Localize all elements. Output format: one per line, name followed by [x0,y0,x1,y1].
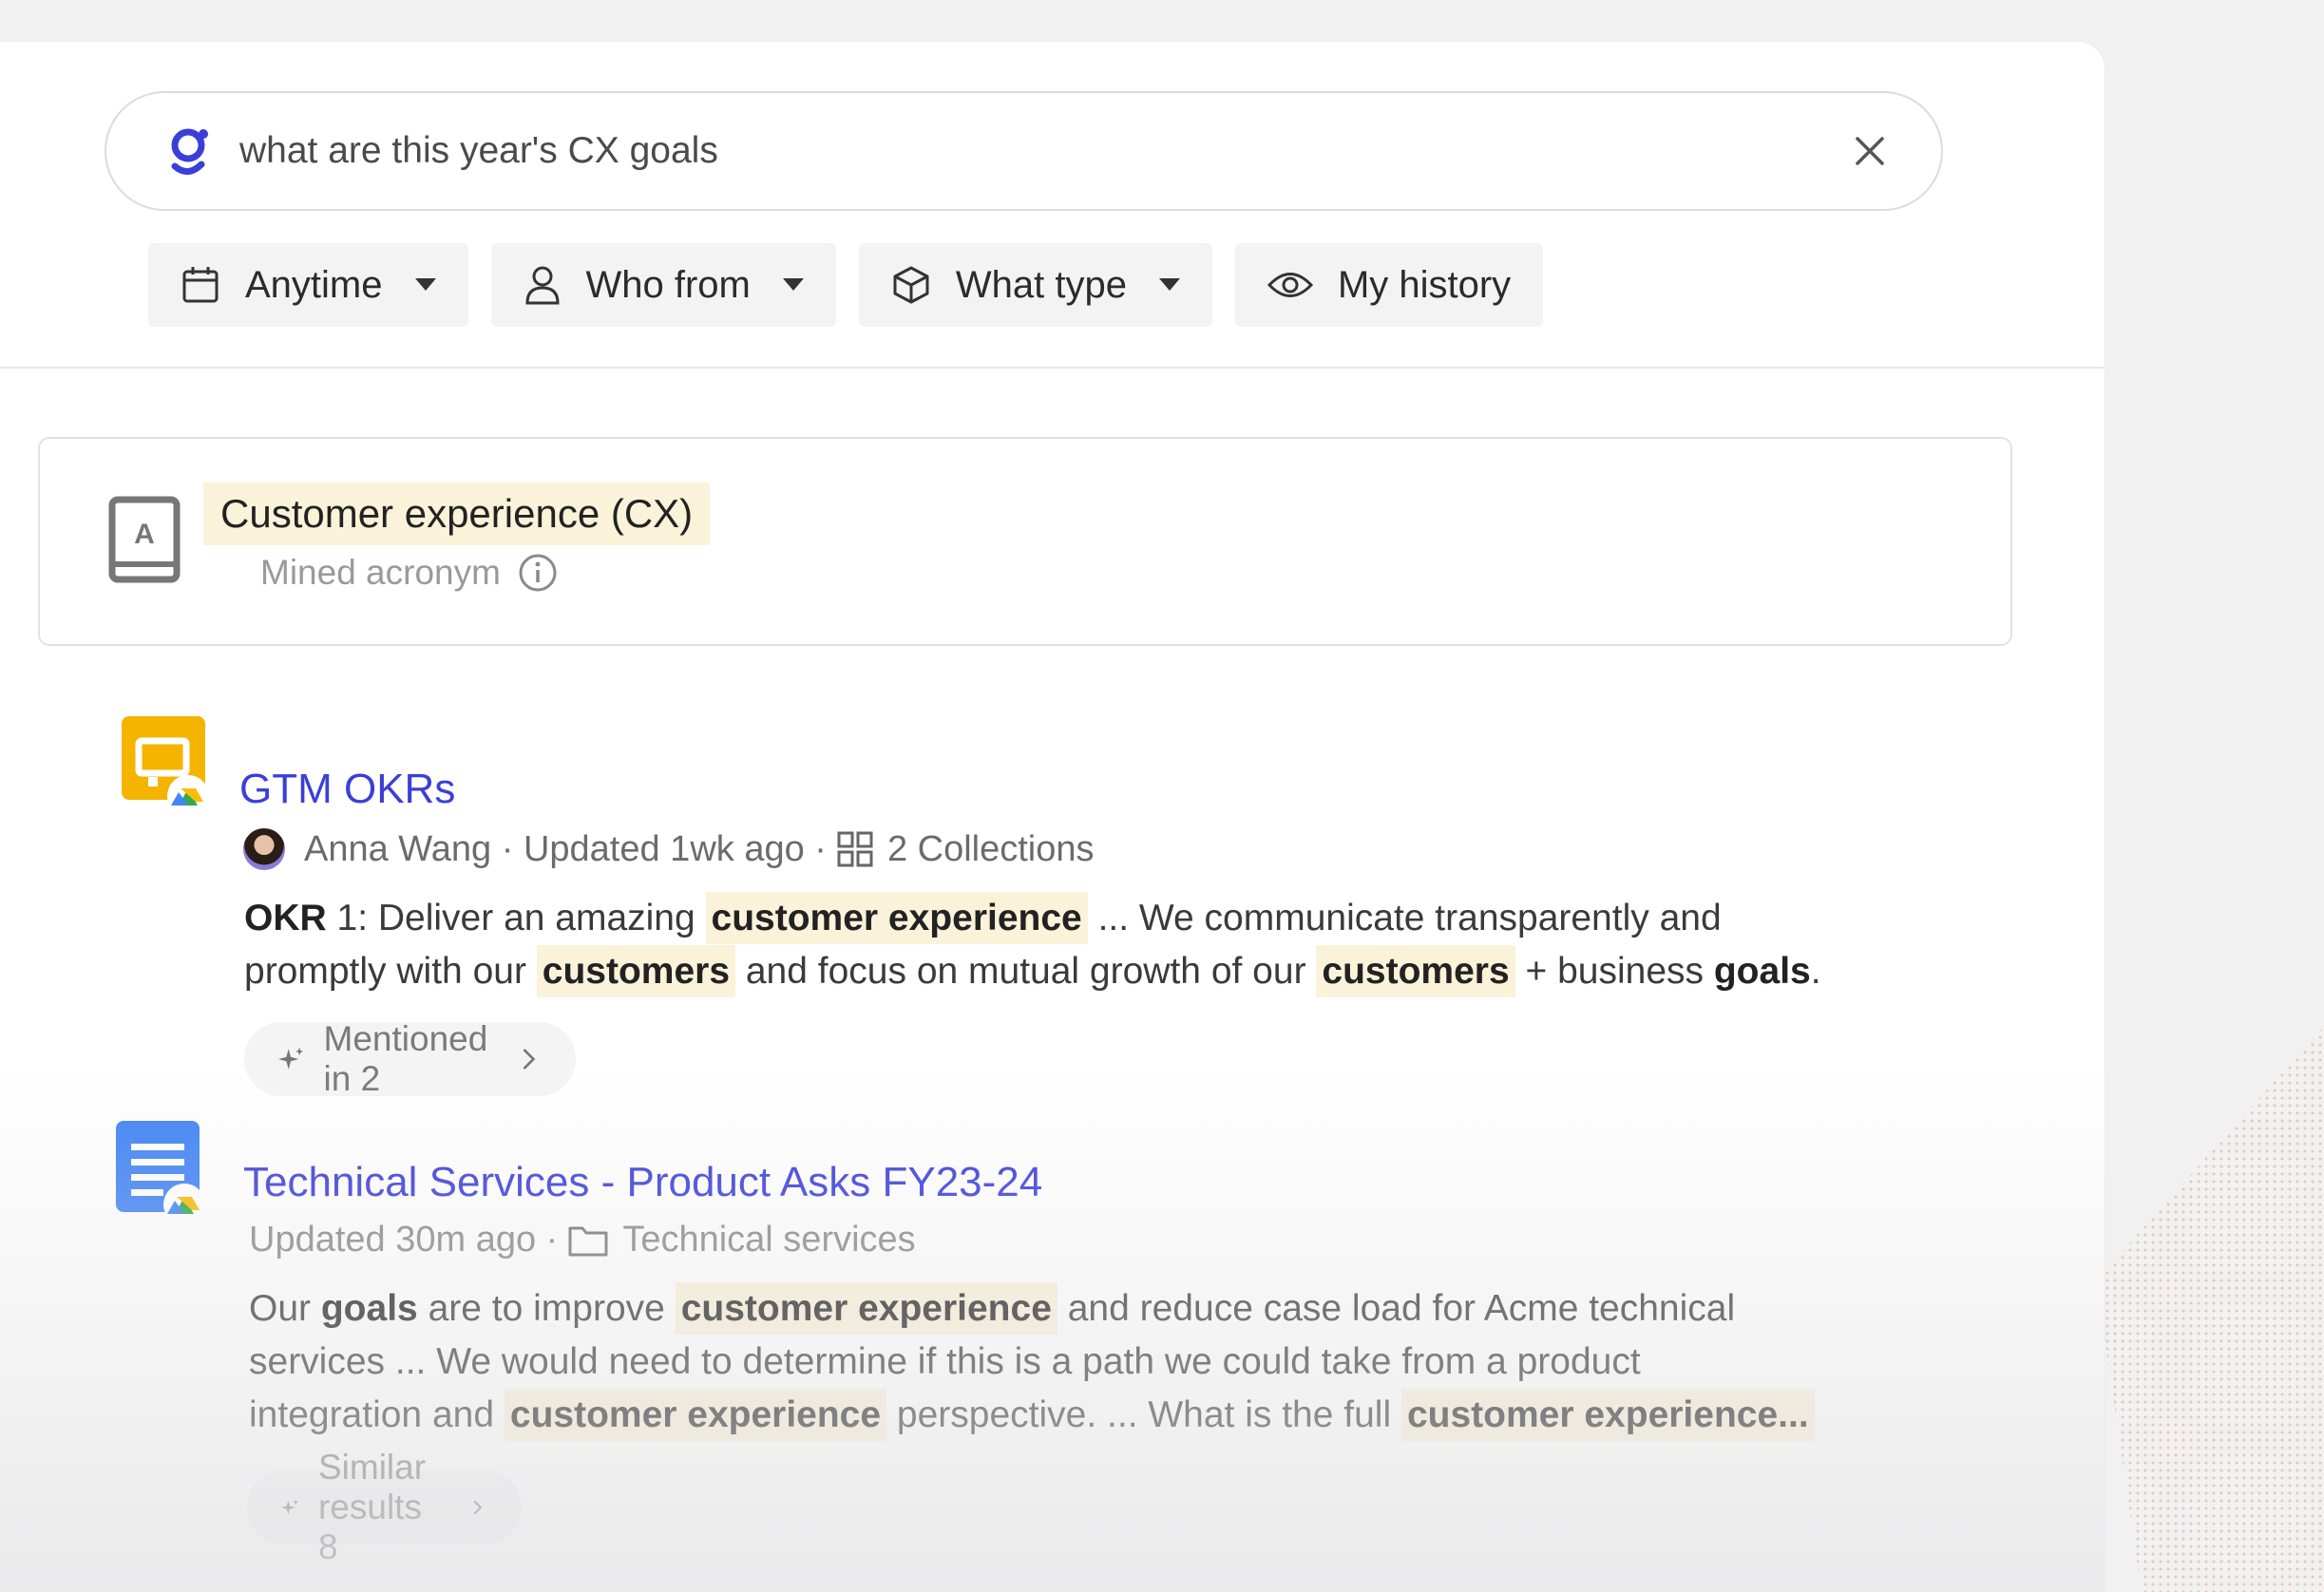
snippet-text: OKR [244,898,327,938]
search-results-panel: Anytime Who from What type My histo [0,42,2105,1592]
result-collections[interactable]: 2 Collections [887,829,1095,870]
acronym-subtitle: Mined acronym [260,553,558,593]
snippet-text: + business [1514,951,1714,992]
acronym-subtitle-text: Mined acronym [260,553,501,592]
close-icon[interactable] [1850,131,1890,171]
eye-icon [1267,273,1313,297]
snippet-text: ... We communicate transparently and [1087,898,1722,938]
filter-what-type-label: What type [955,263,1127,306]
snippet-text: 1: Deliver an amazing [326,898,706,938]
sparkle-icon [281,1499,298,1515]
meta-separator: · [536,1220,559,1260]
chevron-right-icon [473,1500,482,1515]
snippet-text: . [1810,951,1821,992]
header-divider [0,367,2105,369]
snippet-text: integration and [249,1394,505,1435]
snippet-text: Our [249,1288,321,1329]
svg-text:A: A [134,519,155,550]
snippet-text: and focus on mutual growth of our [735,951,1317,992]
result-title-link[interactable]: Technical Services - Product Asks FY23-2… [243,1159,1042,1206]
snippet-text: services ... We would need to determine … [249,1341,1641,1382]
snippet-highlight: customers [1316,945,1515,997]
info-icon[interactable] [518,553,558,593]
result-author[interactable]: Anna Wang [304,829,491,870]
snippet-text: and reduce case load for Acme technical [1057,1288,1736,1329]
folder-icon [568,1226,608,1256]
similar-results-button[interactable]: Similar results 8 [247,1448,523,1566]
result-snippet: OKR 1: Deliver an amazing customer exper… [244,892,1935,998]
google-slides-icon [122,716,209,817]
meta-separator: · [804,828,827,869]
filter-anytime-label: Anytime [245,263,383,306]
person-icon [524,266,560,305]
decorative-dot-pattern [2096,1026,2324,1592]
mentioned-in-button[interactable]: Mentioned in 2 [244,1019,576,1098]
filter-my-history[interactable]: My history [1234,243,1544,327]
result-meta: Anna Wang · Updated 1wk ago · 2 Collecti… [243,828,1095,870]
snippet-highlight: customer experience [504,1389,887,1441]
google-docs-icon [116,1121,205,1223]
similar-results-label: Similar results 8 [317,1448,427,1566]
result-updated: Updated 1wk ago [523,828,805,869]
sparkle-icon [278,1047,303,1070]
result-title-link[interactable]: GTM OKRs [239,766,455,813]
acronym-card[interactable]: A Customer experience (CX) Mined acronym [38,437,2012,646]
result-folder[interactable]: Technical services [622,1220,915,1260]
caret-down-icon [1158,278,1180,291]
glean-logo-icon [171,128,208,175]
book-icon: A [108,496,181,583]
acronym-title: Customer experience (CX) [203,483,711,545]
result-meta: Updated 30m ago · Technical services [249,1220,916,1260]
snippet-text: goals [320,1288,418,1329]
snippet-highlight: customers [536,945,736,997]
avatar [243,828,285,870]
result-updated: Updated 30m ago [249,1220,537,1260]
result-snippet: Our goals are to improve customer experi… [249,1282,1940,1442]
filter-who-from-label: Who from [585,263,751,306]
snippet-text: goals [1713,951,1811,992]
meta-separator: · [491,828,524,869]
chevron-right-icon [524,1049,536,1070]
filter-bar: Anytime Who from What type My history [148,243,1544,327]
filter-anytime[interactable]: Anytime [148,243,468,327]
caret-down-icon [414,278,436,291]
collections-grid-icon [837,831,873,867]
filter-who-from[interactable]: Who from [490,243,836,327]
search-input[interactable] [239,130,1760,172]
filter-what-type[interactable]: What type [858,243,1212,327]
caret-down-icon [782,278,804,291]
snippet-highlight: customer experience [675,1282,1057,1335]
snippet-highlight: customer experience [705,892,1088,944]
snippet-text: promptly with our [244,951,537,992]
snippet-text: are to improve [417,1288,676,1329]
search-bar[interactable] [105,91,1943,211]
filter-my-history-label: My history [1337,263,1512,306]
calendar-icon [182,267,219,303]
snippet-highlight: customer experience... [1400,1389,1815,1441]
cube-icon [893,266,929,304]
snippet-text: perspective. ... What is the full [886,1394,1401,1435]
mentioned-in-label: Mentioned in 2 [323,1019,488,1098]
